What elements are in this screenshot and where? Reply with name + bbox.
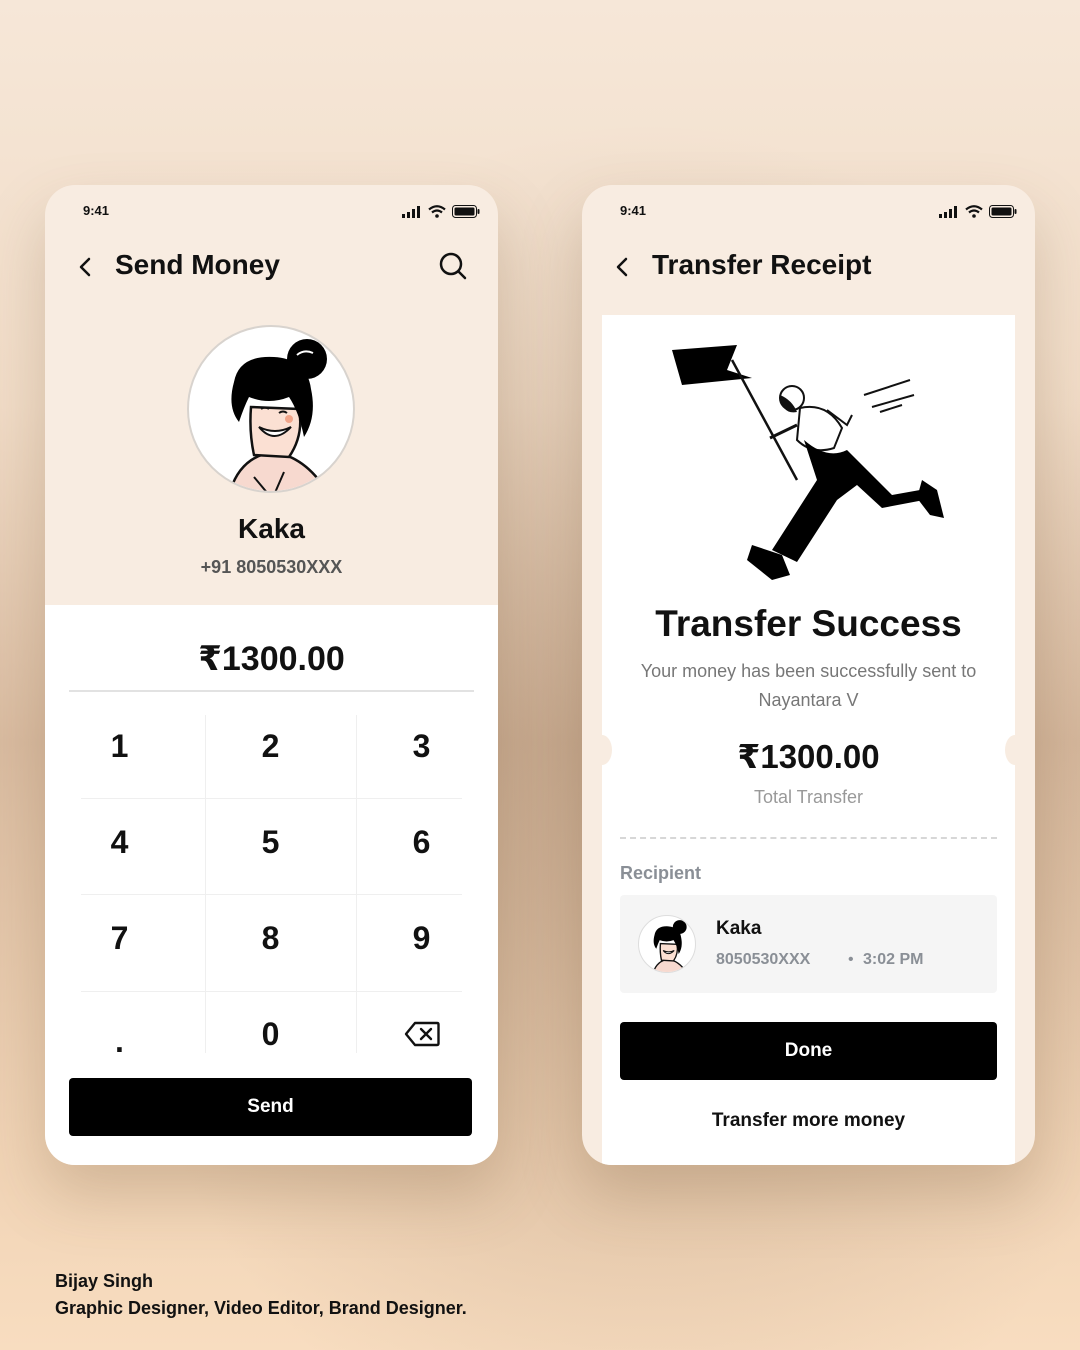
key-7[interactable]: 7 (56, 890, 183, 986)
separator-dot: • (848, 951, 854, 968)
key-2[interactable]: 2 (207, 698, 334, 794)
transfer-amount-label: Total Transfer (753, 787, 864, 807)
amount-underline (69, 690, 474, 692)
status-bar: 9:41 (620, 203, 1017, 223)
signal-icon (402, 205, 420, 218)
credit-role: Graphic Designer, Video Editor, Brand De… (55, 1298, 467, 1318)
transfer-amount: ₹1300.00 (737, 738, 880, 775)
key-0[interactable]: 0 (207, 986, 334, 1082)
transfer-time: 3:02 PM (863, 951, 924, 968)
keypad-divider (356, 715, 357, 1053)
battery-icon (989, 205, 1017, 218)
backspace-icon (404, 1021, 440, 1047)
receipt-card: Transfer Success Your money has been suc… (592, 315, 1025, 1165)
page-title: Send Money (115, 249, 280, 280)
recipient-full-name: Nayantara V (758, 690, 859, 710)
status-bar: 9:41 (83, 203, 480, 223)
wifi-icon (965, 205, 983, 218)
recipient-name: Kaka (716, 918, 762, 939)
success-message-line: Your money has been successfully sent to (640, 661, 977, 681)
key-backspace[interactable] (358, 986, 485, 1082)
transfer-receipt-screen: 9:41 Transfer Receipt Transfer Success Y… (582, 185, 1035, 1165)
send-money-screen: 9:41 Send Money Kaka +91 8050530XXX ₹130… (45, 185, 498, 1165)
header: Send Money (75, 247, 468, 287)
success-title: Transfer Success (655, 603, 962, 644)
amount-display[interactable]: ₹1300.00 (45, 639, 498, 679)
key-5[interactable]: 5 (207, 794, 334, 890)
recipient-card: Kaka 8050530XXX • 3:02 PM (620, 895, 997, 993)
contact-name: Kaka (238, 513, 305, 544)
done-button[interactable]: Done (620, 1022, 997, 1080)
status-time: 9:41 (83, 203, 110, 218)
key-8[interactable]: 8 (207, 890, 334, 986)
key-decimal[interactable]: . (56, 993, 183, 1089)
key-4[interactable]: 4 (56, 794, 183, 890)
contact-avatar (187, 325, 355, 493)
running-man-flag-illustration (672, 345, 944, 580)
contact-phone: +91 8050530XXX (200, 557, 343, 577)
credit-name: Bijay Singh (55, 1271, 154, 1291)
key-6[interactable]: 6 (358, 794, 485, 890)
recipient-phone: 8050530XXX (716, 951, 811, 968)
status-time: 9:41 (620, 203, 647, 218)
number-keypad: 1 2 3 4 5 6 7 8 9 . 0 (81, 715, 462, 1059)
battery-icon (452, 205, 480, 218)
woman-portrait-icon (228, 339, 328, 491)
dashed-divider (620, 837, 997, 839)
wifi-icon (428, 205, 446, 218)
success-message: Your money has been successfully sent to… (622, 657, 995, 715)
recipient-avatar (638, 915, 696, 973)
key-9[interactable]: 9 (358, 890, 485, 986)
key-1[interactable]: 1 (56, 698, 183, 794)
transfer-more-link[interactable]: Transfer more money (602, 1110, 1015, 1132)
recipient-label: Recipient (620, 863, 702, 883)
search-icon[interactable] (438, 251, 468, 281)
back-chevron-icon[interactable] (75, 255, 95, 279)
keypad-panel: ₹1300.00 1 2 3 4 5 6 7 8 9 . 0 Send (45, 605, 498, 1165)
woman-portrait-icon (652, 920, 687, 972)
header: Transfer Receipt (612, 247, 1005, 287)
keypad-divider (205, 715, 206, 1053)
key-3[interactable]: 3 (358, 698, 485, 794)
back-chevron-icon[interactable] (612, 255, 632, 279)
signal-icon (939, 205, 957, 218)
page-title: Transfer Receipt (652, 249, 872, 280)
send-button[interactable]: Send (69, 1078, 472, 1136)
